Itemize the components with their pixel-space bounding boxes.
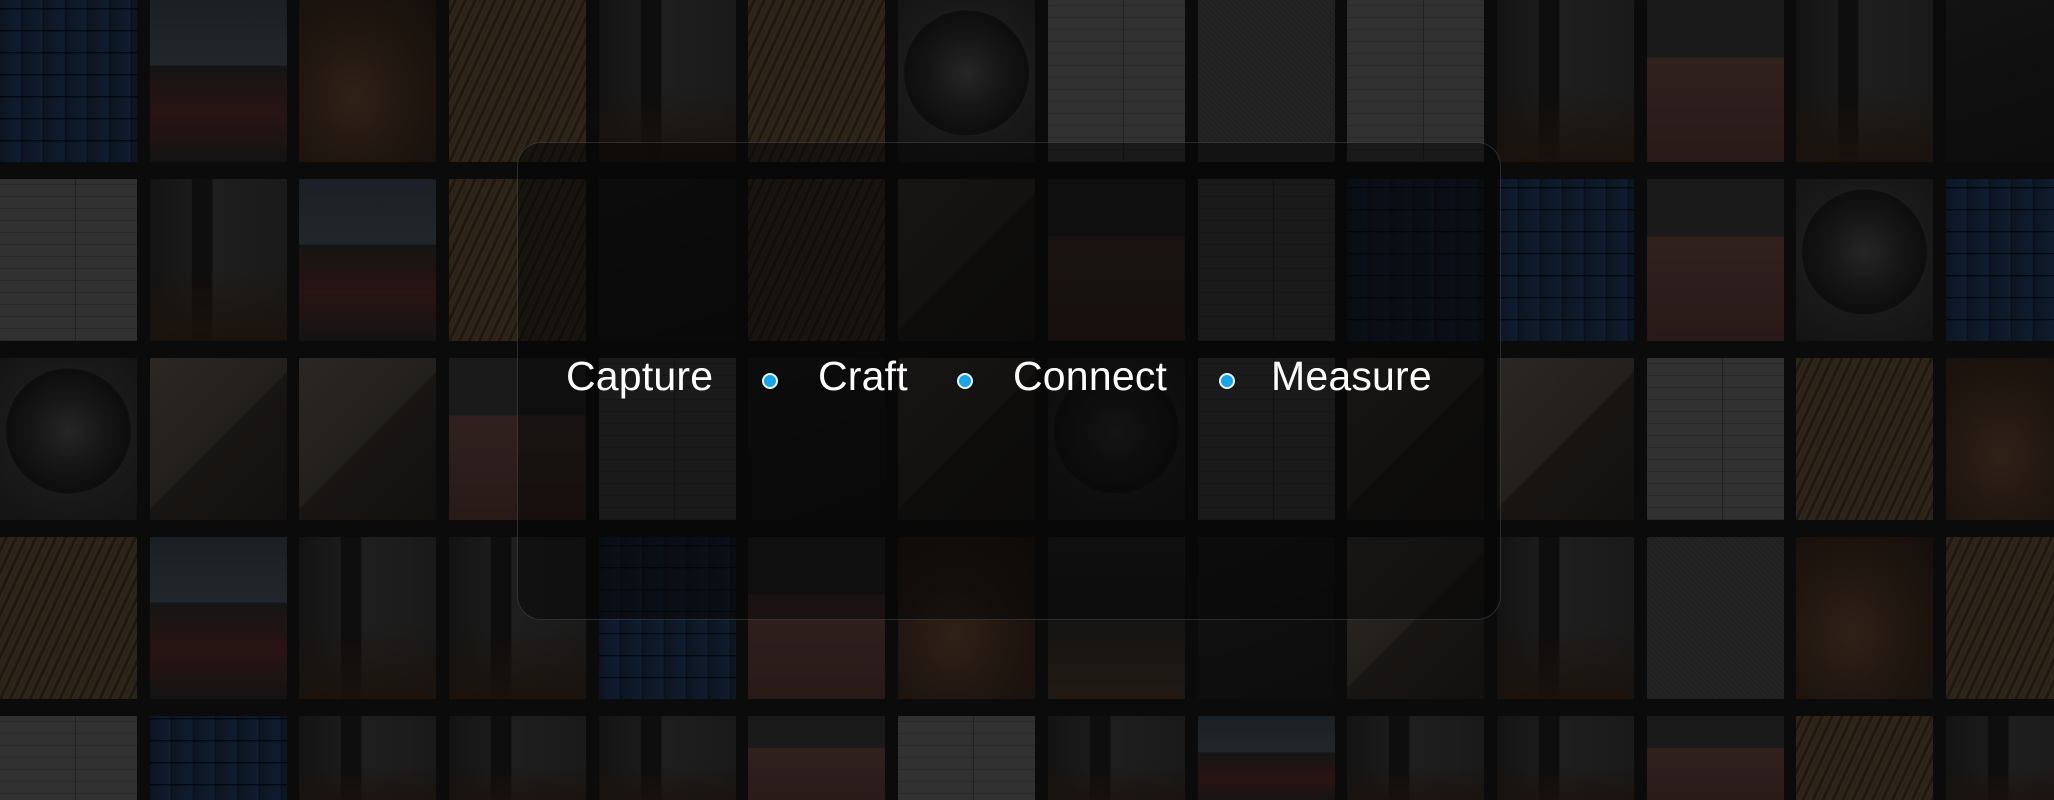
mosaic-photo-tile: [1945, 0, 2054, 162]
mosaic-photo-tile: [299, 537, 437, 699]
mosaic-photo-tile: [748, 0, 886, 162]
mosaic-photo-tile: [1197, 716, 1335, 800]
mosaic-photo-tile: [1347, 716, 1485, 800]
mosaic-photo-tile: [598, 0, 736, 162]
mosaic-photo-tile: [1496, 179, 1634, 341]
mosaic-photo-tile: [1047, 716, 1185, 800]
mosaic-photo-tile: [1496, 537, 1634, 699]
mosaic-photo-tile: [299, 179, 437, 341]
mosaic-photo-tile: [1197, 0, 1335, 162]
mosaic-photo-tile: [1796, 537, 1934, 699]
mosaic-photo-tile: [299, 358, 437, 520]
mosaic-photo-tile: [449, 716, 587, 800]
mosaic-photo-tile: [149, 358, 287, 520]
mosaic-photo-tile: [0, 537, 137, 699]
mosaic-photo-tile: [0, 358, 137, 520]
tagline-panel: [517, 142, 1501, 620]
mosaic-photo-tile: [748, 716, 886, 800]
mosaic-photo-tile: [1945, 358, 2054, 520]
mosaic-photo-tile: [1496, 358, 1634, 520]
mosaic-photo-tile: [1945, 179, 2054, 341]
mosaic-photo-tile: [1646, 537, 1784, 699]
mosaic-photo-tile: [299, 716, 437, 800]
mosaic-photo-tile: [1047, 0, 1185, 162]
mosaic-photo-tile: [1347, 0, 1485, 162]
mosaic-photo-tile: [1646, 358, 1784, 520]
hero-banner: Capture Craft Connect Measure: [0, 0, 2054, 800]
mosaic-photo-tile: [1796, 716, 1934, 800]
mosaic-photo-tile: [0, 179, 137, 341]
mosaic-photo-tile: [898, 0, 1036, 162]
mosaic-photo-tile: [1945, 537, 2054, 699]
mosaic-photo-tile: [1646, 0, 1784, 162]
mosaic-photo-tile: [1496, 0, 1634, 162]
mosaic-photo-tile: [1646, 179, 1784, 341]
mosaic-photo-tile: [1646, 716, 1784, 800]
mosaic-photo-tile: [0, 0, 137, 162]
mosaic-photo-tile: [149, 537, 287, 699]
mosaic-photo-tile: [1496, 716, 1634, 800]
mosaic-photo-tile: [1945, 716, 2054, 800]
mosaic-photo-tile: [1796, 358, 1934, 520]
mosaic-photo-tile: [1796, 179, 1934, 341]
mosaic-photo-tile: [299, 0, 437, 162]
mosaic-photo-tile: [449, 0, 587, 162]
mosaic-photo-tile: [149, 179, 287, 341]
mosaic-photo-tile: [149, 0, 287, 162]
mosaic-photo-tile: [598, 716, 736, 800]
mosaic-photo-tile: [1796, 0, 1934, 162]
mosaic-photo-tile: [898, 716, 1036, 800]
mosaic-photo-tile: [0, 716, 137, 800]
mosaic-photo-tile: [149, 716, 287, 800]
